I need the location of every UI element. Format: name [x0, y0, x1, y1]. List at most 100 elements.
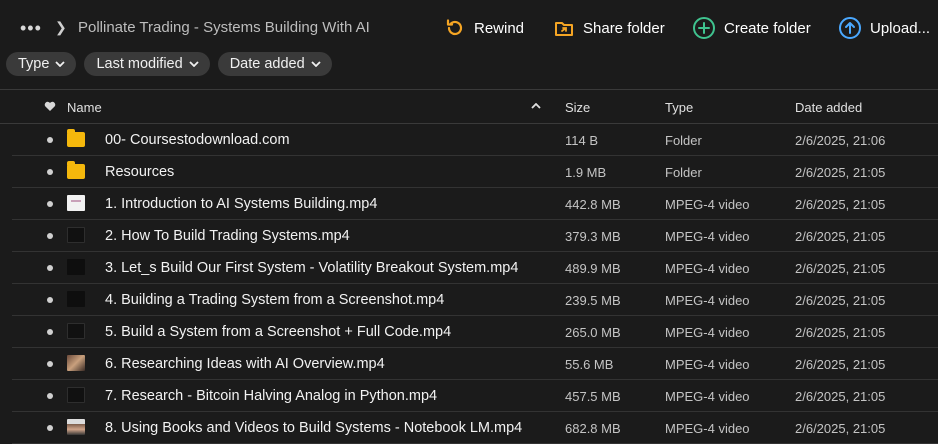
- select-dot[interactable]: [47, 137, 53, 143]
- column-type[interactable]: Type: [665, 100, 693, 115]
- filter-date-added-label: Date added: [229, 56, 305, 72]
- file-name[interactable]: 4. Building a Trading System from a Scre…: [105, 292, 444, 308]
- file-date-added: 2/6/2025, 21:06: [795, 133, 886, 148]
- file-name[interactable]: 7. Research - Bitcoin Halving Analog in …: [105, 388, 437, 404]
- rewind-button[interactable]: Rewind: [444, 16, 524, 40]
- video-thumbnail: [67, 259, 85, 275]
- folder-thumbnail: [67, 161, 85, 179]
- list-item[interactable]: 00- Coursestodownload.com 114 B Folder 2…: [12, 124, 938, 156]
- file-size: 457.5 MB: [565, 389, 621, 404]
- file-size: 265.0 MB: [565, 325, 621, 340]
- heart-icon[interactable]: [44, 101, 56, 112]
- file-size: 114 B: [565, 133, 599, 148]
- upload-button[interactable]: Upload...: [838, 16, 930, 40]
- column-header: Name Size Type Date added: [0, 89, 938, 124]
- list-item[interactable]: 3. Let_s Build Our First System - Volati…: [12, 252, 938, 284]
- select-dot[interactable]: [47, 233, 53, 239]
- column-name[interactable]: Name: [67, 100, 102, 115]
- file-type: Folder: [665, 133, 702, 148]
- share-folder-button[interactable]: Share folder: [553, 16, 665, 40]
- video-thumbnail: [67, 419, 85, 435]
- file-size: 239.5 MB: [565, 293, 621, 308]
- file-size: 489.9 MB: [565, 261, 621, 276]
- list-item[interactable]: 7. Research - Bitcoin Halving Analog in …: [12, 380, 938, 412]
- list-item[interactable]: 8. Using Books and Videos to Build Syste…: [12, 412, 938, 444]
- file-name[interactable]: 1. Introduction to AI Systems Building.m…: [105, 196, 377, 212]
- select-dot[interactable]: [47, 169, 53, 175]
- select-dot[interactable]: [47, 201, 53, 207]
- file-type: MPEG-4 video: [665, 197, 750, 212]
- file-type: MPEG-4 video: [665, 325, 750, 340]
- select-dot[interactable]: [47, 329, 53, 335]
- chevron-down-icon: [311, 61, 321, 67]
- file-name[interactable]: 2. How To Build Trading Systems.mp4: [105, 228, 350, 244]
- filter-last-modified[interactable]: Last modified: [84, 52, 210, 76]
- file-date-added: 2/6/2025, 21:05: [795, 229, 886, 244]
- file-size: 1.9 MB: [565, 165, 607, 180]
- video-thumbnail: [67, 355, 85, 371]
- list-item[interactable]: 1. Introduction to AI Systems Building.m…: [12, 188, 938, 220]
- file-size: 379.3 MB: [565, 229, 621, 244]
- select-dot[interactable]: [47, 393, 53, 399]
- filter-type[interactable]: Type: [6, 52, 77, 76]
- column-date-added[interactable]: Date added: [795, 100, 862, 115]
- breadcrumb-current[interactable]: Pollinate Trading - Systems Building Wit…: [78, 19, 370, 36]
- file-size: 682.8 MB: [565, 421, 621, 436]
- chevron-down-icon: [189, 61, 199, 67]
- file-name[interactable]: 8. Using Books and Videos to Build Syste…: [105, 420, 522, 436]
- video-thumbnail: [67, 195, 85, 211]
- upload-circle-icon: [839, 17, 861, 39]
- filter-date-added[interactable]: Date added: [217, 52, 332, 76]
- share-folder-label: Share folder: [583, 19, 665, 37]
- file-name[interactable]: 00- Coursestodownload.com: [105, 132, 290, 148]
- file-type: MPEG-4 video: [665, 389, 750, 404]
- file-type: MPEG-4 video: [665, 421, 750, 436]
- file-date-added: 2/6/2025, 21:05: [795, 421, 886, 436]
- top-bar: ••• ❯ Pollinate Trading - Systems Buildi…: [0, 0, 938, 56]
- create-folder-button[interactable]: Create folder: [692, 16, 811, 40]
- chevron-right-icon: ❯: [55, 19, 67, 35]
- select-dot[interactable]: [47, 425, 53, 431]
- column-size[interactable]: Size: [565, 100, 590, 115]
- more-dots-icon[interactable]: •••: [20, 18, 42, 39]
- rewind-label: Rewind: [474, 19, 525, 37]
- folder-icon: [67, 161, 85, 179]
- file-name[interactable]: 6. Researching Ideas with AI Overview.mp…: [105, 356, 385, 372]
- share-folder-icon: [555, 22, 573, 36]
- create-folder-label: Create folder: [724, 19, 811, 37]
- video-thumbnail: [67, 323, 85, 339]
- file-size: 55.6 MB: [565, 357, 614, 372]
- add-circle-icon: [693, 17, 715, 39]
- select-dot[interactable]: [47, 361, 53, 367]
- video-thumbnail: [67, 387, 85, 403]
- file-type: MPEG-4 video: [665, 357, 750, 372]
- list-item[interactable]: 5. Build a System from a Screenshot + Fu…: [12, 316, 938, 348]
- rewind-icon: [446, 19, 463, 36]
- folder-icon: [67, 129, 85, 147]
- file-date-added: 2/6/2025, 21:05: [795, 293, 886, 308]
- file-list: Name Size Type Date added 00- Coursestod…: [0, 89, 938, 444]
- file-name[interactable]: 3. Let_s Build Our First System - Volati…: [105, 260, 518, 276]
- list-item[interactable]: 2. How To Build Trading Systems.mp4 379.…: [12, 220, 938, 252]
- file-size: 442.8 MB: [565, 197, 621, 212]
- select-dot[interactable]: [47, 297, 53, 303]
- sort-ascending-icon[interactable]: [531, 103, 541, 109]
- filter-last-modified-label: Last modified: [96, 56, 183, 72]
- file-type: MPEG-4 video: [665, 261, 750, 276]
- file-name[interactable]: Resources: [105, 164, 174, 180]
- select-dot[interactable]: [47, 265, 53, 271]
- upload-label: Upload...: [870, 19, 931, 37]
- file-date-added: 2/6/2025, 21:05: [795, 261, 886, 276]
- video-thumbnail: [67, 291, 85, 307]
- list-item[interactable]: 4. Building a Trading System from a Scre…: [12, 284, 938, 316]
- list-item[interactable]: Resources 1.9 MB Folder 2/6/2025, 21:05: [12, 156, 938, 188]
- rows: 00- Coursestodownload.com 114 B Folder 2…: [0, 124, 938, 444]
- list-item[interactable]: 6. Researching Ideas with AI Overview.mp…: [12, 348, 938, 380]
- folder-thumbnail: [67, 129, 85, 147]
- file-type: Folder: [665, 165, 702, 180]
- file-date-added: 2/6/2025, 21:05: [795, 197, 886, 212]
- file-type: MPEG-4 video: [665, 229, 750, 244]
- file-date-added: 2/6/2025, 21:05: [795, 165, 886, 180]
- filter-type-label: Type: [18, 56, 50, 72]
- file-name[interactable]: 5. Build a System from a Screenshot + Fu…: [105, 324, 451, 340]
